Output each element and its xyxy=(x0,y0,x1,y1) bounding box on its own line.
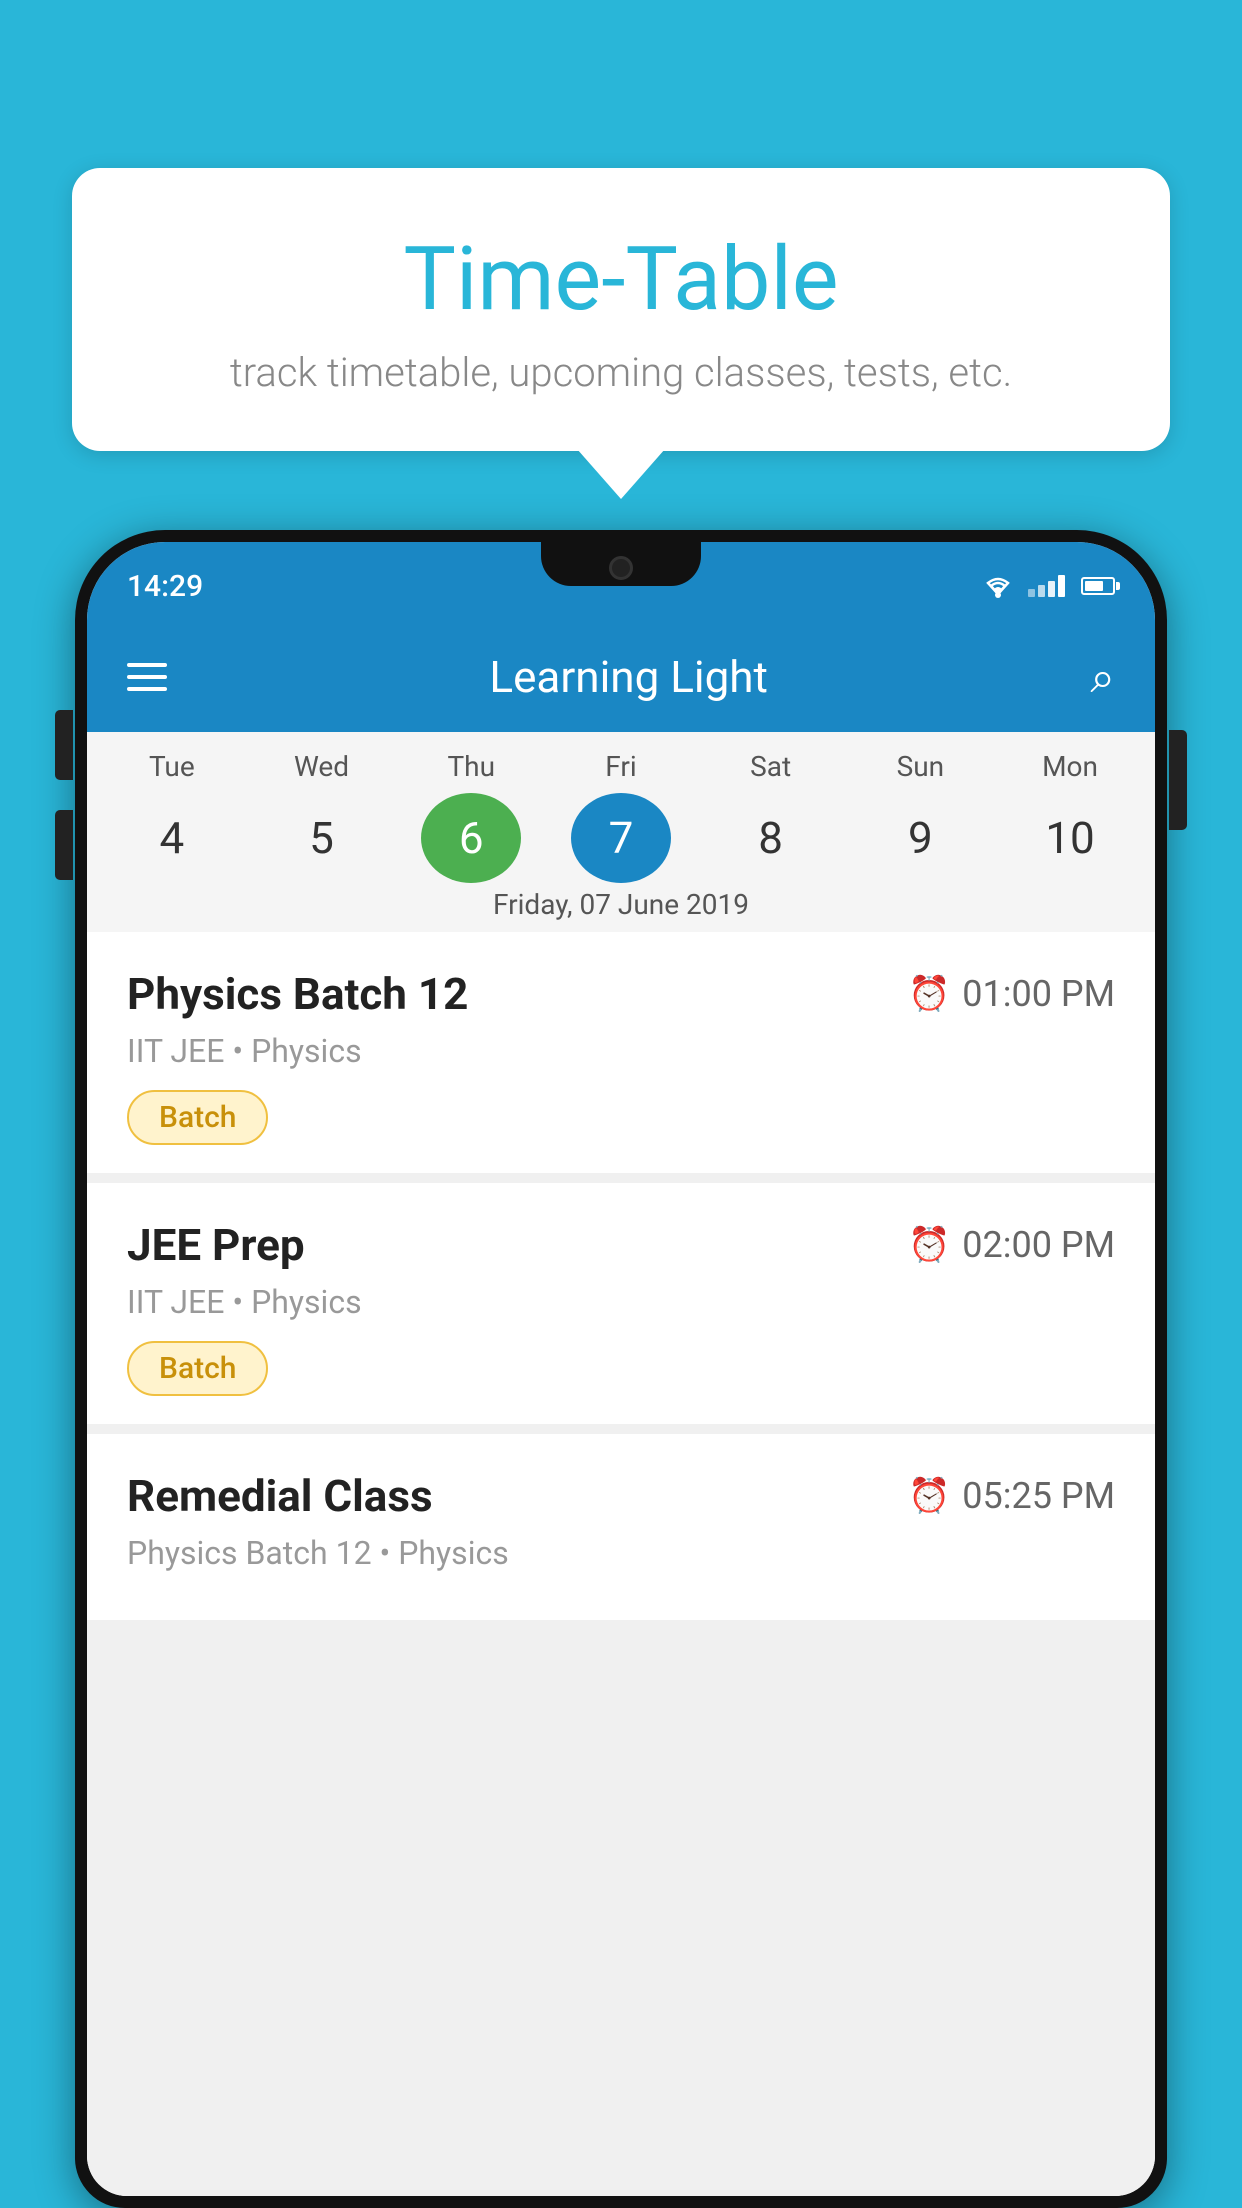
schedule-item-2-subtitle: IIT JEE • Physics xyxy=(127,1283,1115,1321)
schedule-item-1-time: ⏰ 01:00 PM xyxy=(908,973,1115,1015)
phone-screen: 14:29 xyxy=(87,542,1155,2196)
schedule-item-2-badge: Batch xyxy=(127,1341,268,1396)
volume-up-button[interactable] xyxy=(55,710,73,780)
day-wed: Wed xyxy=(272,750,372,783)
schedule-item-1-title: Physics Batch 12 xyxy=(127,968,468,1020)
power-button[interactable] xyxy=(1169,730,1187,830)
volume-down-button[interactable] xyxy=(55,810,73,880)
day-mon: Mon xyxy=(1020,750,1120,783)
menu-icon[interactable] xyxy=(127,663,167,691)
schedule-item-2[interactable]: JEE Prep ⏰ 02:00 PM IIT JEE • Physics Ba… xyxy=(87,1183,1155,1424)
hamburger-line-3 xyxy=(127,687,167,691)
tooltip-card: Time-Table track timetable, upcoming cla… xyxy=(72,168,1170,451)
app-bar: Learning Light ⌕ xyxy=(87,622,1155,732)
date-8[interactable]: 8 xyxy=(721,793,821,883)
phone-frame: 14:29 xyxy=(75,530,1167,2208)
schedule-item-1-badge: Batch xyxy=(127,1090,268,1145)
schedule-item-3-subtitle: Physics Batch 12 • Physics xyxy=(127,1534,1115,1572)
day-headers: Tue Wed Thu Fri Sat Sun Mon xyxy=(87,732,1155,788)
clock-icon-1: ⏰ xyxy=(908,974,950,1014)
battery-icon xyxy=(1081,577,1115,595)
wifi-icon xyxy=(980,572,1016,600)
date-6-today[interactable]: 6 xyxy=(421,793,521,883)
selected-date-label: Friday, 07 June 2019 xyxy=(87,888,1155,935)
tooltip-title: Time-Table xyxy=(122,228,1120,331)
day-sun: Sun xyxy=(870,750,970,783)
schedule-item-3[interactable]: Remedial Class ⏰ 05:25 PM Physics Batch … xyxy=(87,1434,1155,1620)
hamburger-line-1 xyxy=(127,663,167,667)
schedule-item-1[interactable]: Physics Batch 12 ⏰ 01:00 PM IIT JEE • Ph… xyxy=(87,932,1155,1173)
schedule-item-2-header: JEE Prep ⏰ 02:00 PM xyxy=(127,1219,1115,1271)
status-time: 14:29 xyxy=(127,569,203,604)
schedule-item-1-header: Physics Batch 12 ⏰ 01:00 PM xyxy=(127,968,1115,1020)
app-title: Learning Light xyxy=(489,651,768,703)
schedule-item-2-time: ⏰ 02:00 PM xyxy=(908,1224,1115,1266)
schedule-item-3-header: Remedial Class ⏰ 05:25 PM xyxy=(127,1470,1115,1522)
status-bar: 14:29 xyxy=(87,542,1155,622)
date-7-selected[interactable]: 7 xyxy=(571,793,671,883)
clock-icon-2: ⏰ xyxy=(908,1225,950,1265)
schedule-item-3-title: Remedial Class xyxy=(127,1470,433,1522)
schedule-item-3-time: ⏰ 05:25 PM xyxy=(908,1475,1115,1517)
tooltip-subtitle: track timetable, upcoming classes, tests… xyxy=(122,349,1120,396)
day-tue: Tue xyxy=(122,750,222,783)
schedule-item-2-title: JEE Prep xyxy=(127,1219,305,1271)
signal-icon xyxy=(1028,575,1065,597)
schedule-item-2-time-value: 02:00 PM xyxy=(962,1224,1115,1266)
day-sat: Sat xyxy=(721,750,821,783)
date-4[interactable]: 4 xyxy=(122,793,222,883)
status-icons xyxy=(980,572,1115,600)
day-fri: Fri xyxy=(571,750,671,783)
date-9[interactable]: 9 xyxy=(870,793,970,883)
schedule-item-1-time-value: 01:00 PM xyxy=(962,973,1115,1015)
search-icon[interactable]: ⌕ xyxy=(1090,651,1115,703)
schedule-content: Physics Batch 12 ⏰ 01:00 PM IIT JEE • Ph… xyxy=(87,932,1155,2196)
calendar-bar: Tue Wed Thu Fri Sat Sun Mon 4 5 6 7 8 9 … xyxy=(87,732,1155,932)
day-thu: Thu xyxy=(421,750,521,783)
schedule-item-3-time-value: 05:25 PM xyxy=(962,1475,1115,1517)
clock-icon-3: ⏰ xyxy=(908,1476,950,1516)
schedule-item-1-subtitle: IIT JEE • Physics xyxy=(127,1032,1115,1070)
date-10[interactable]: 10 xyxy=(1020,793,1120,883)
hamburger-line-2 xyxy=(127,675,167,679)
date-5[interactable]: 5 xyxy=(272,793,372,883)
day-numbers: 4 5 6 7 8 9 10 xyxy=(87,788,1155,888)
